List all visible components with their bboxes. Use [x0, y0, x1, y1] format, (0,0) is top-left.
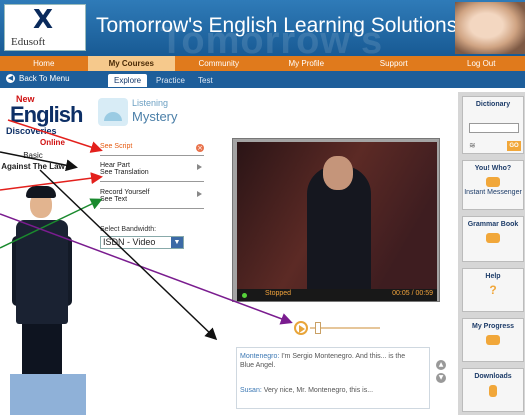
course-title: English [10, 102, 83, 127]
nav-support[interactable]: Support [350, 56, 438, 71]
back-arrow-icon: ◀ [6, 74, 15, 83]
bandwidth-value: ISDN - Video [103, 237, 156, 247]
status-dot-icon [242, 293, 247, 298]
officer-legs [22, 324, 62, 376]
police-officer-image [2, 176, 84, 376]
hear-part-label: Hear Part [100, 162, 130, 169]
header-photo [455, 2, 525, 54]
nav-my-courses[interactable]: My Courses [87, 56, 175, 71]
grammar-blocks-icon [486, 233, 500, 243]
dictionary-title: Dictionary [475, 101, 511, 108]
level-name: Basic [23, 151, 43, 160]
tab-practice[interactable]: Practice [150, 74, 191, 87]
sub-nav: ◀ Back To Menu Explore Practice Test [0, 71, 525, 88]
hear-part-option[interactable]: Hear Part See Translation [100, 162, 204, 182]
help-title: Help [485, 273, 501, 280]
seek-handle[interactable] [315, 322, 322, 334]
video-player[interactable]: Stopped 00:05 / 00:59 [232, 138, 440, 302]
back-to-menu-button[interactable]: ◀ Back To Menu [6, 74, 70, 83]
playback-controls [294, 321, 384, 335]
play-icon[interactable] [294, 321, 308, 335]
edusoft-mark-icon: X [33, 5, 54, 35]
nav-my-profile[interactable]: My Profile [263, 56, 351, 71]
question-mark-icon: ? [489, 283, 497, 297]
lesson-category: Listening [132, 98, 169, 108]
bandwidth-label: Select Bandwidth: [100, 226, 157, 233]
downloads-panel[interactable]: Downloads [462, 368, 524, 412]
go-button[interactable]: GO [507, 141, 521, 151]
transcript-box: Montenegro: I'm Sergio Montenegro. And t… [236, 347, 430, 409]
who-title: You! Who? [474, 165, 512, 172]
edusoft-logo[interactable]: X Edusoft [4, 4, 86, 51]
video-frame [237, 142, 437, 289]
messenger-label: Instant Messenger [464, 189, 522, 196]
see-translation-label: See Translation [100, 169, 149, 176]
close-icon[interactable]: × [196, 144, 204, 152]
video-status: Stopped [265, 290, 292, 297]
see-script-label: See Script [100, 143, 133, 150]
nav-log-out[interactable]: Log Out [438, 56, 525, 71]
my-progress-panel[interactable]: My Progress [462, 318, 524, 362]
see-text-label: See Text [100, 196, 128, 203]
tab-test[interactable]: Test [192, 74, 219, 87]
tab-explore[interactable]: Explore [108, 74, 148, 87]
course-subtitle: Discoveries [6, 126, 57, 136]
course-logo: New English Discoveries Online [6, 94, 86, 150]
transcript-text: Very nice, Mr. Montenegro, this is... [263, 387, 374, 394]
grammar-title: Grammar Book [467, 221, 519, 228]
logo-text: Edusoft [11, 36, 46, 48]
see-script-option[interactable]: See Script × [100, 143, 204, 156]
play-arrow-icon [197, 191, 202, 197]
transcript-text-cont: Blue Angel. [240, 362, 276, 369]
instant-messenger-panel[interactable]: You! Who? Instant Messenger [462, 160, 524, 210]
header: X Edusoft Tomorrow's Tomorrow's English … [0, 0, 525, 56]
play-arrow-icon [197, 164, 202, 170]
unit-name: Against The Law [1, 162, 65, 171]
downloads-title: Downloads [474, 373, 512, 380]
video-time: 00:05 / 00:59 [392, 290, 433, 297]
record-yourself-option[interactable]: Record Yourself See Text [100, 189, 204, 209]
online-label: Online [40, 138, 65, 147]
listening-icon [98, 98, 128, 126]
right-sidebar: Dictionary ≋ GO You! Who? Instant Messen… [458, 92, 525, 415]
chevron-down-icon[interactable]: ▼ [171, 237, 183, 248]
progress-title: My Progress [471, 323, 515, 330]
transcript-text: I'm Sergio Montenegro. And this... is th… [281, 353, 406, 360]
video-person-head [323, 156, 353, 190]
download-arrow-icon [489, 385, 497, 397]
lesson-title: Mystery [132, 109, 178, 124]
grammar-book-panel[interactable]: Grammar Book [462, 216, 524, 262]
nav-community[interactable]: Community [175, 56, 263, 71]
speaker-name: Susan: [240, 387, 262, 394]
progress-chart-icon [486, 335, 500, 345]
dictionary-input[interactable] [469, 123, 519, 133]
video-status-bar: Stopped 00:05 / 00:59 [237, 289, 437, 301]
lesson-header: Listening Mystery [98, 96, 210, 146]
main-nav: Home My Courses Community My Profile Sup… [0, 56, 525, 71]
chat-bubble-icon [486, 177, 500, 187]
nav-home[interactable]: Home [0, 56, 88, 71]
officer-body [16, 220, 68, 324]
speaker-name: Montenegro: [240, 353, 280, 360]
scroll-up-icon[interactable]: ▲ [436, 360, 446, 370]
scroll-down-icon[interactable]: ▼ [436, 373, 446, 383]
transcript-line-1: Montenegro: I'm Sergio Montenegro. And t… [240, 352, 405, 370]
back-label: Back To Menu [19, 74, 70, 83]
bandwidth-select[interactable]: ISDN - Video ▼ [100, 236, 184, 249]
level-label: Basic Against The Law [0, 150, 66, 174]
transcript-line-2: Susan: Very nice, Mr. Montenegro, this i… [240, 386, 373, 395]
promo-box [10, 374, 86, 415]
record-yourself-label: Record Yourself [100, 189, 150, 196]
dictionary-panel: Dictionary ≋ GO [462, 96, 524, 154]
officer-cap [26, 186, 56, 198]
speaker-icon[interactable]: ≋ [469, 141, 476, 150]
help-panel[interactable]: Help ? [462, 268, 524, 312]
